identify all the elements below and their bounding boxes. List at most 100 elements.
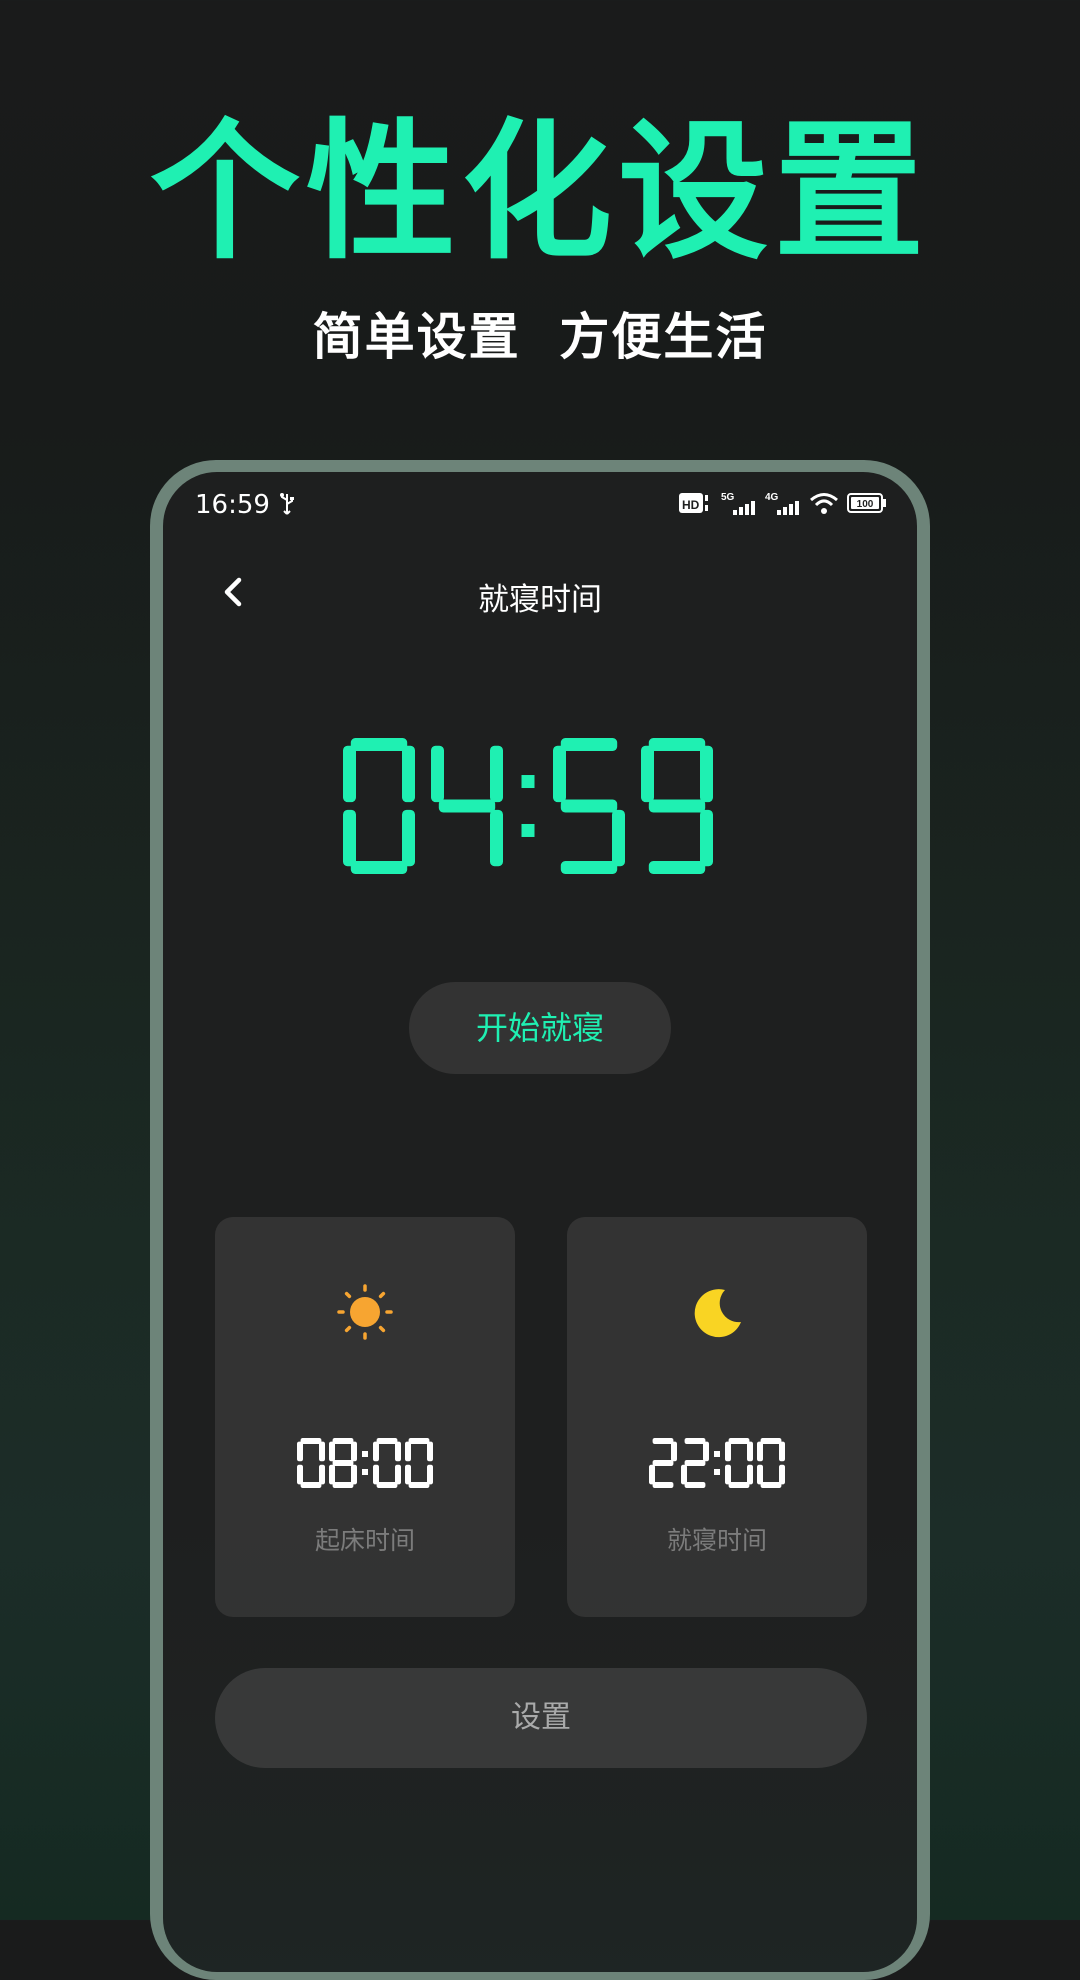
card-time-segment-e <box>757 1464 763 1485</box>
countdown-segment-c <box>612 809 625 867</box>
countdown-digit <box>343 738 415 874</box>
countdown-segment-a <box>350 738 408 751</box>
card-time-digit <box>649 1438 677 1488</box>
card-time-segment-a <box>332 1438 354 1444</box>
card-time-segment-d <box>760 1482 782 1488</box>
hd-label: HD <box>682 498 700 512</box>
signal-5g-icon: 5G <box>721 492 755 515</box>
countdown-segment-g <box>438 799 496 813</box>
countdown-segment-b <box>402 745 415 803</box>
card-time-segment-e <box>297 1464 303 1485</box>
card-time-segment-c <box>395 1464 401 1485</box>
countdown-colon-dot <box>521 823 535 837</box>
sleep-time-label: 就寝时间 <box>666 1526 767 1555</box>
card-time-segment-d <box>376 1482 398 1488</box>
card-time-segment-e <box>649 1464 655 1485</box>
phone-screen: 16:59 HD 5G 4G 100 就寝时间 开始就寝 起床时间 就寝时间 设… <box>163 472 917 1972</box>
card-time-colon-dot <box>362 1469 368 1475</box>
card-time-segment-a <box>728 1438 750 1444</box>
promo-title: 个性化设置 <box>149 106 930 280</box>
card-time-digit <box>725 1438 753 1488</box>
card-time-segment-a <box>408 1438 430 1444</box>
card-time-segment-b <box>747 1441 753 1462</box>
card-time-segment-f <box>405 1441 411 1462</box>
card-time-segment-a <box>652 1438 674 1444</box>
4g-label: 4G <box>765 492 779 503</box>
countdown-segment-g <box>648 799 706 813</box>
battery-label: 100 <box>857 499 874 510</box>
card-time-segment-a <box>760 1438 782 1444</box>
sleep-time-card[interactable]: 就寝时间 <box>567 1217 867 1617</box>
card-time-segment-b <box>319 1441 325 1462</box>
wake-time-card[interactable]: 起床时间 <box>215 1217 515 1617</box>
card-time-segment-c <box>319 1464 325 1485</box>
card-time-segment-e <box>373 1464 379 1485</box>
countdown-segment-f <box>343 745 356 803</box>
countdown-segment-a <box>560 738 618 751</box>
card-time-segment-e <box>329 1464 335 1485</box>
card-time-segment-b <box>671 1441 677 1462</box>
countdown-segment-d <box>648 861 706 874</box>
card-time-segment-a <box>684 1438 706 1444</box>
countdown-segment-c <box>700 809 713 867</box>
countdown-segment-a <box>648 738 706 751</box>
card-time-digit <box>757 1438 785 1488</box>
countdown-digit <box>553 738 625 874</box>
signal-4g-icon: 4G <box>765 492 799 515</box>
card-time-segment-b <box>395 1441 401 1462</box>
card-time-segment-d <box>684 1482 706 1488</box>
wake-time-label: 起床时间 <box>314 1526 415 1555</box>
countdown-segment-b <box>700 745 713 803</box>
card-time-segment-d <box>300 1482 322 1488</box>
countdown-segment-e <box>343 809 356 867</box>
card-time-segment-b <box>427 1441 433 1462</box>
countdown-clock <box>343 738 713 874</box>
card-time-segment-d <box>408 1482 430 1488</box>
card-time-digit <box>681 1438 709 1488</box>
card-time-segment-c <box>779 1464 785 1485</box>
card-time-segment-f <box>329 1441 335 1462</box>
card-time-segment-g <box>332 1460 354 1466</box>
card-time-segment-f <box>725 1441 731 1462</box>
5g-label: 5G <box>721 492 735 503</box>
page-title: 就寝时间 <box>478 582 602 618</box>
sun-icon <box>337 1284 393 1340</box>
card-time-segment-g <box>684 1460 706 1466</box>
status-bar: 16:59 HD 5G 4G 100 <box>163 472 917 532</box>
card-time-digit <box>373 1438 401 1488</box>
card-time-segment-b <box>703 1441 709 1462</box>
countdown-digit <box>641 738 713 874</box>
card-time-segment-b <box>779 1441 785 1462</box>
card-time-segment-d <box>728 1482 750 1488</box>
card-time-segment-d <box>332 1482 354 1488</box>
card-time-segment-c <box>351 1464 357 1485</box>
hd-icon: HD <box>679 493 708 513</box>
card-time-segment-a <box>300 1438 322 1444</box>
card-time-segment-a <box>376 1438 398 1444</box>
card-time-segment-g <box>652 1460 674 1466</box>
wake-time-value <box>297 1438 433 1488</box>
status-icons: HD 5G 4G 100 <box>679 490 887 516</box>
card-time-digit <box>329 1438 357 1488</box>
countdown-segment-f <box>553 745 566 803</box>
card-time-colon-dot <box>714 1469 720 1475</box>
card-time-colon-dot <box>362 1451 368 1457</box>
battery-icon: 100 <box>847 493 886 513</box>
card-time-digit <box>297 1438 325 1488</box>
countdown-segment-c <box>490 809 503 867</box>
wifi-icon <box>810 493 838 514</box>
start-sleep-button[interactable]: 开始就寝 <box>409 982 671 1074</box>
settings-button[interactable]: 设置 <box>215 1668 867 1768</box>
card-time-segment-f <box>757 1441 763 1462</box>
status-time: 16:59 <box>195 490 270 520</box>
card-time-segment-e <box>681 1464 687 1485</box>
countdown-segment-f <box>641 745 654 803</box>
card-time-segment-d <box>652 1482 674 1488</box>
countdown-segment-f <box>431 745 444 803</box>
app-header: 就寝时间 <box>163 552 917 632</box>
countdown-segment-b <box>490 745 503 803</box>
card-time-digit <box>405 1438 433 1488</box>
card-time-segment-b <box>351 1441 357 1462</box>
moon-icon <box>694 1289 741 1338</box>
card-time-segment-f <box>297 1441 303 1462</box>
